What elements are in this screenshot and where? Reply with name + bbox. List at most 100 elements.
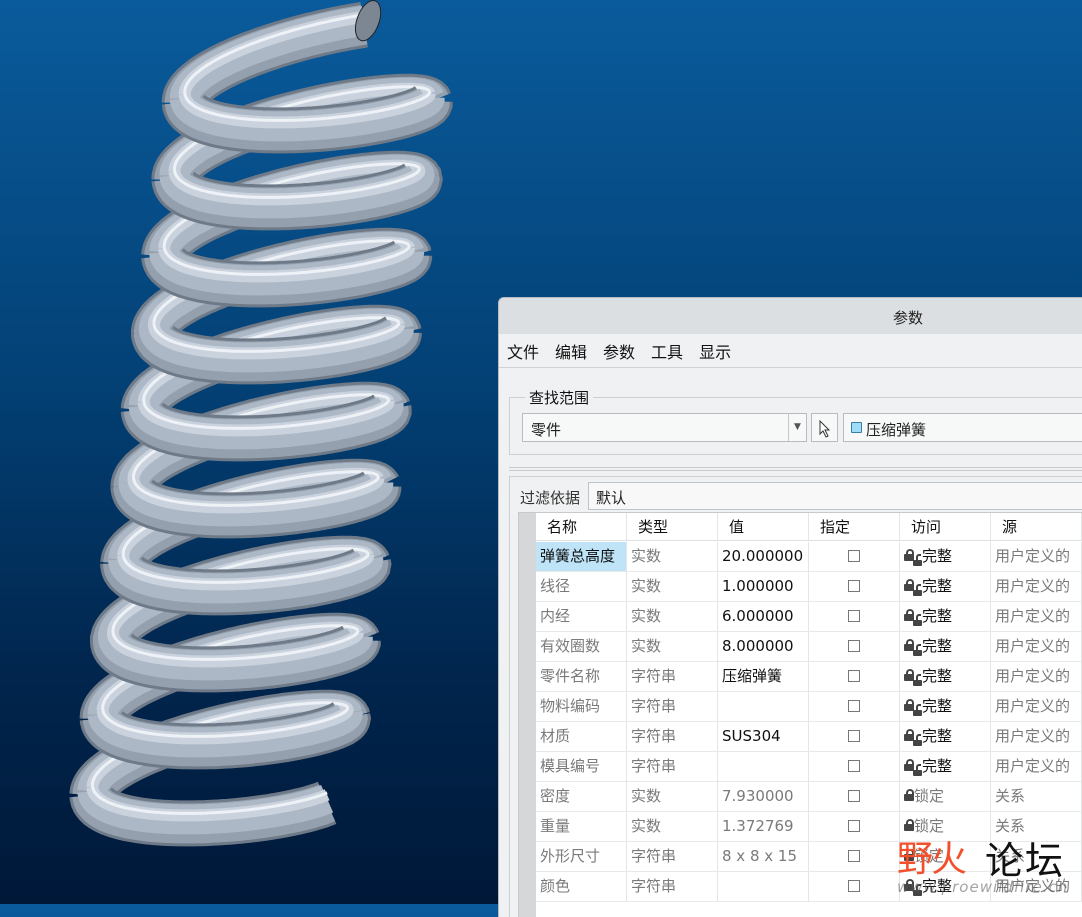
cell-source[interactable]: 用户定义的 [991,692,1082,721]
scope-type-select[interactable]: 零件 ▼ [522,413,807,442]
cell-source[interactable]: 用户定义的 [991,752,1082,781]
cell-type[interactable]: 字符串 [627,842,718,871]
cell-name[interactable]: 有效圈数 [536,632,627,661]
cell-name[interactable]: 零件名称 [536,662,627,691]
designate-checkbox[interactable] [848,849,860,862]
cell-type[interactable]: 实数 [627,542,718,571]
cell-value[interactable]: 1.000000 [718,572,809,601]
cell-name[interactable]: 弹簧总高度 [536,542,627,571]
cell-source[interactable]: 关系 [991,812,1082,841]
table-row[interactable]: 线径 实数 1.000000 完整 用户定义的 [536,572,1082,602]
cell-type[interactable]: 字符串 [627,752,718,781]
cell-source[interactable]: 关系 [991,842,1082,871]
part-name-field[interactable]: 压缩弹簧 [843,413,1082,442]
cell-source[interactable]: 用户定义的 [991,872,1082,901]
cell-name[interactable]: 密度 [536,782,627,811]
chevron-down-icon[interactable]: ▼ [788,414,806,441]
cell-designate[interactable] [809,782,900,811]
cell-value[interactable]: 7.930000 [718,782,809,811]
cell-source[interactable]: 用户定义的 [991,542,1082,571]
designate-checkbox[interactable] [848,669,860,682]
cell-name[interactable]: 物料编码 [536,692,627,721]
cell-value[interactable]: 8.000000 [718,632,809,661]
dialog-titlebar[interactable]: 参数 [499,298,1082,334]
cell-value[interactable]: 压缩弹簧 [718,662,809,691]
menu-edit[interactable]: 编辑 [555,339,587,363]
designate-checkbox[interactable] [848,609,860,622]
menu-display[interactable]: 显示 [699,339,731,363]
menu-parameters[interactable]: 参数 [603,339,635,363]
cell-designate[interactable] [809,812,900,841]
cell-access[interactable]: 完整 [900,722,991,751]
cell-source[interactable]: 用户定义的 [991,602,1082,631]
designate-checkbox[interactable] [848,729,860,742]
column-header-source[interactable]: 源 [991,513,1082,540]
designate-checkbox[interactable] [848,789,860,802]
cell-type[interactable]: 字符串 [627,872,718,901]
designate-checkbox[interactable] [848,879,860,892]
column-header-name[interactable]: 名称 [536,513,627,540]
cell-access[interactable]: 完整 [900,602,991,631]
cell-access[interactable]: 锁定 [900,842,991,871]
table-row[interactable]: 材质 字符串 SUS304 完整 用户定义的 [536,722,1082,752]
cell-name[interactable]: 线径 [536,572,627,601]
table-row[interactable]: 弹簧总高度 实数 20.000000 完整 用户定义的 [536,542,1082,572]
cell-value[interactable] [718,752,809,781]
table-row[interactable]: 内经 实数 6.000000 完整 用户定义的 [536,602,1082,632]
cell-type[interactable]: 字符串 [627,692,718,721]
cell-source[interactable]: 用户定义的 [991,662,1082,691]
table-row[interactable]: 外形尺寸 字符串 8 x 8 x 15 锁定 关系 [536,842,1082,872]
cell-name[interactable]: 模具编号 [536,752,627,781]
cell-value[interactable] [718,692,809,721]
table-row[interactable]: 模具编号 字符串 完整 用户定义的 [536,752,1082,782]
cell-type[interactable]: 字符串 [627,722,718,751]
cell-name[interactable]: 外形尺寸 [536,842,627,871]
cell-type[interactable]: 实数 [627,812,718,841]
cell-access[interactable]: 锁定 [900,782,991,811]
cell-value[interactable]: 1.372769 [718,812,809,841]
cell-designate[interactable] [809,842,900,871]
cell-type[interactable]: 实数 [627,572,718,601]
cell-value[interactable]: SUS304 [718,722,809,751]
cell-designate[interactable] [809,872,900,901]
column-header-type[interactable]: 类型 [627,513,718,540]
cell-source[interactable]: 用户定义的 [991,632,1082,661]
designate-checkbox[interactable] [848,639,860,652]
cell-access[interactable]: 完整 [900,572,991,601]
table-row[interactable]: 物料编码 字符串 完整 用户定义的 [536,692,1082,722]
cell-access[interactable]: 完整 [900,662,991,691]
cell-designate[interactable] [809,572,900,601]
cell-value[interactable]: 6.000000 [718,602,809,631]
cell-access[interactable]: 锁定 [900,812,991,841]
cell-designate[interactable] [809,752,900,781]
table-row[interactable]: 重量 实数 1.372769 锁定 关系 [536,812,1082,842]
cell-name[interactable]: 重量 [536,812,627,841]
column-header-value[interactable]: 值 [718,513,809,540]
cell-access[interactable]: 完整 [900,752,991,781]
table-row[interactable]: 颜色 字符串 完整 用户定义的 [536,872,1082,902]
cell-value[interactable] [718,872,809,901]
cell-designate[interactable] [809,722,900,751]
cell-access[interactable]: 完整 [900,542,991,571]
cell-source[interactable]: 用户定义的 [991,572,1082,601]
cell-type[interactable]: 实数 [627,602,718,631]
cell-value[interactable]: 20.000000 [718,542,809,571]
cell-source[interactable]: 关系 [991,782,1082,811]
table-row[interactable]: 密度 实数 7.930000 锁定 关系 [536,782,1082,812]
menu-file[interactable]: 文件 [507,339,539,363]
cell-source[interactable]: 用户定义的 [991,722,1082,751]
cell-designate[interactable] [809,662,900,691]
menu-tools[interactable]: 工具 [651,339,683,363]
designate-checkbox[interactable] [848,759,860,772]
cell-designate[interactable] [809,632,900,661]
designate-checkbox[interactable] [848,549,860,562]
cell-name[interactable]: 材质 [536,722,627,751]
cell-access[interactable]: 完整 [900,872,991,901]
cell-designate[interactable] [809,692,900,721]
cell-type[interactable]: 实数 [627,632,718,661]
cell-name[interactable]: 颜色 [536,872,627,901]
cell-designate[interactable] [809,542,900,571]
filter-select[interactable]: 默认 [588,482,1082,510]
select-pointer-button[interactable] [811,413,838,442]
cell-designate[interactable] [809,602,900,631]
